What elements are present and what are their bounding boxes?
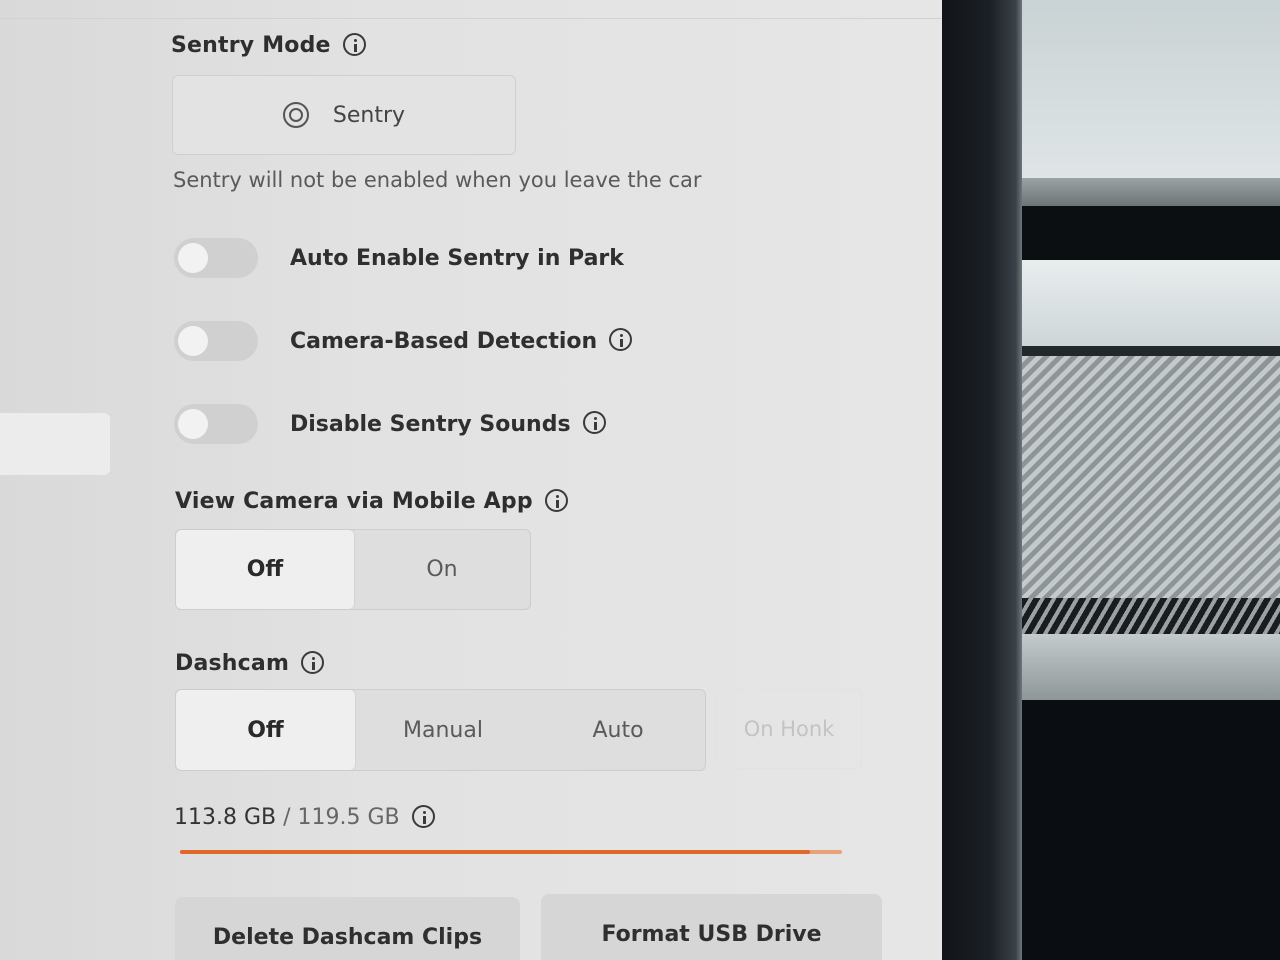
- dashcam-off-button[interactable]: Off: [176, 690, 355, 770]
- dashcam-heading: Dashcam: [175, 650, 325, 676]
- interior-trim-edge: [1022, 346, 1280, 356]
- storage-total: / 119.5 GB: [283, 805, 400, 830]
- storage-progress-fill: [180, 850, 811, 854]
- sentry-note: Sentry will not be enabled when you leav…: [173, 168, 702, 192]
- dashcam-auto-button[interactable]: Auto: [531, 690, 705, 770]
- disable-sentry-sounds-toggle[interactable]: [174, 404, 258, 444]
- dashcam-title: Dashcam: [175, 651, 290, 676]
- interior-lower-trim: [1022, 634, 1280, 700]
- info-icon[interactable]: [301, 650, 325, 674]
- info-icon[interactable]: [544, 488, 568, 512]
- view-camera-title: View Camera via Mobile App: [175, 489, 533, 514]
- carbon-fiber-trim: [1022, 356, 1280, 600]
- info-icon[interactable]: [342, 32, 366, 56]
- interior-trim: [1022, 260, 1280, 352]
- camera-based-detection-label: Camera-Based Detection: [290, 328, 633, 354]
- car-interior-background: [1022, 0, 1280, 960]
- screen-bezel: [942, 0, 1022, 960]
- sidebar-selected-item[interactable]: [0, 413, 110, 475]
- sentry-button-label: Sentry: [332, 102, 406, 128]
- interior-gap: [1022, 206, 1280, 260]
- disable-sentry-sounds-label: Disable Sentry Sounds: [290, 411, 606, 437]
- auto-enable-sentry-toggle[interactable]: [174, 238, 258, 278]
- disable-sentry-sounds-text: Disable Sentry Sounds: [290, 411, 571, 437]
- delete-dashcam-clips-button[interactable]: Delete Dashcam Clips: [175, 897, 520, 960]
- sentry-button[interactable]: Sentry: [172, 75, 516, 155]
- auto-enable-sentry-label: Auto Enable Sentry in Park: [290, 245, 624, 271]
- info-icon[interactable]: [411, 804, 435, 828]
- toggle-row-auto-enable: Auto Enable Sentry in Park: [174, 236, 624, 280]
- sentry-icon: [282, 102, 309, 128]
- format-usb-drive-button[interactable]: Format USB Drive: [541, 894, 882, 960]
- dashcam-segmented-control: Off Manual Auto: [175, 689, 706, 771]
- camera-based-detection-toggle[interactable]: [174, 321, 258, 361]
- toggle-row-disable-sounds: Disable Sentry Sounds: [174, 402, 606, 446]
- dashcam-manual-button[interactable]: Manual: [355, 690, 531, 770]
- storage-used: 113.8 GB: [174, 805, 277, 830]
- storage-progress-bar: [180, 850, 842, 854]
- interior-panel-edge: [1022, 178, 1280, 206]
- top-divider: [0, 18, 942, 19]
- settings-screen: Sentry Mode Sentry Sentry will not be en…: [0, 0, 942, 960]
- carbon-fiber-edge: [1022, 598, 1280, 634]
- info-icon[interactable]: [582, 411, 606, 434]
- view-camera-heading: View Camera via Mobile App: [175, 488, 568, 514]
- camera-based-detection-text: Camera-Based Detection: [290, 328, 598, 354]
- toggle-knob: [178, 326, 208, 356]
- dashcam-on-honk-button: On Honk: [716, 689, 862, 769]
- view-camera-off-button[interactable]: Off: [176, 530, 354, 609]
- view-camera-segmented-control: Off On: [175, 529, 531, 610]
- toggle-knob: [178, 243, 208, 273]
- interior-panel: [1022, 0, 1280, 178]
- toggle-knob: [178, 409, 208, 439]
- toggle-row-camera-detection: Camera-Based Detection: [174, 319, 633, 363]
- info-icon[interactable]: [609, 328, 633, 351]
- sentry-mode-heading: Sentry Mode: [171, 32, 366, 58]
- storage-readout: 113.8 GB / 119.5 GB: [174, 804, 435, 830]
- sentry-mode-title: Sentry Mode: [171, 33, 331, 58]
- view-camera-on-button[interactable]: On: [354, 530, 530, 609]
- interior-lower-dark: [1022, 700, 1280, 960]
